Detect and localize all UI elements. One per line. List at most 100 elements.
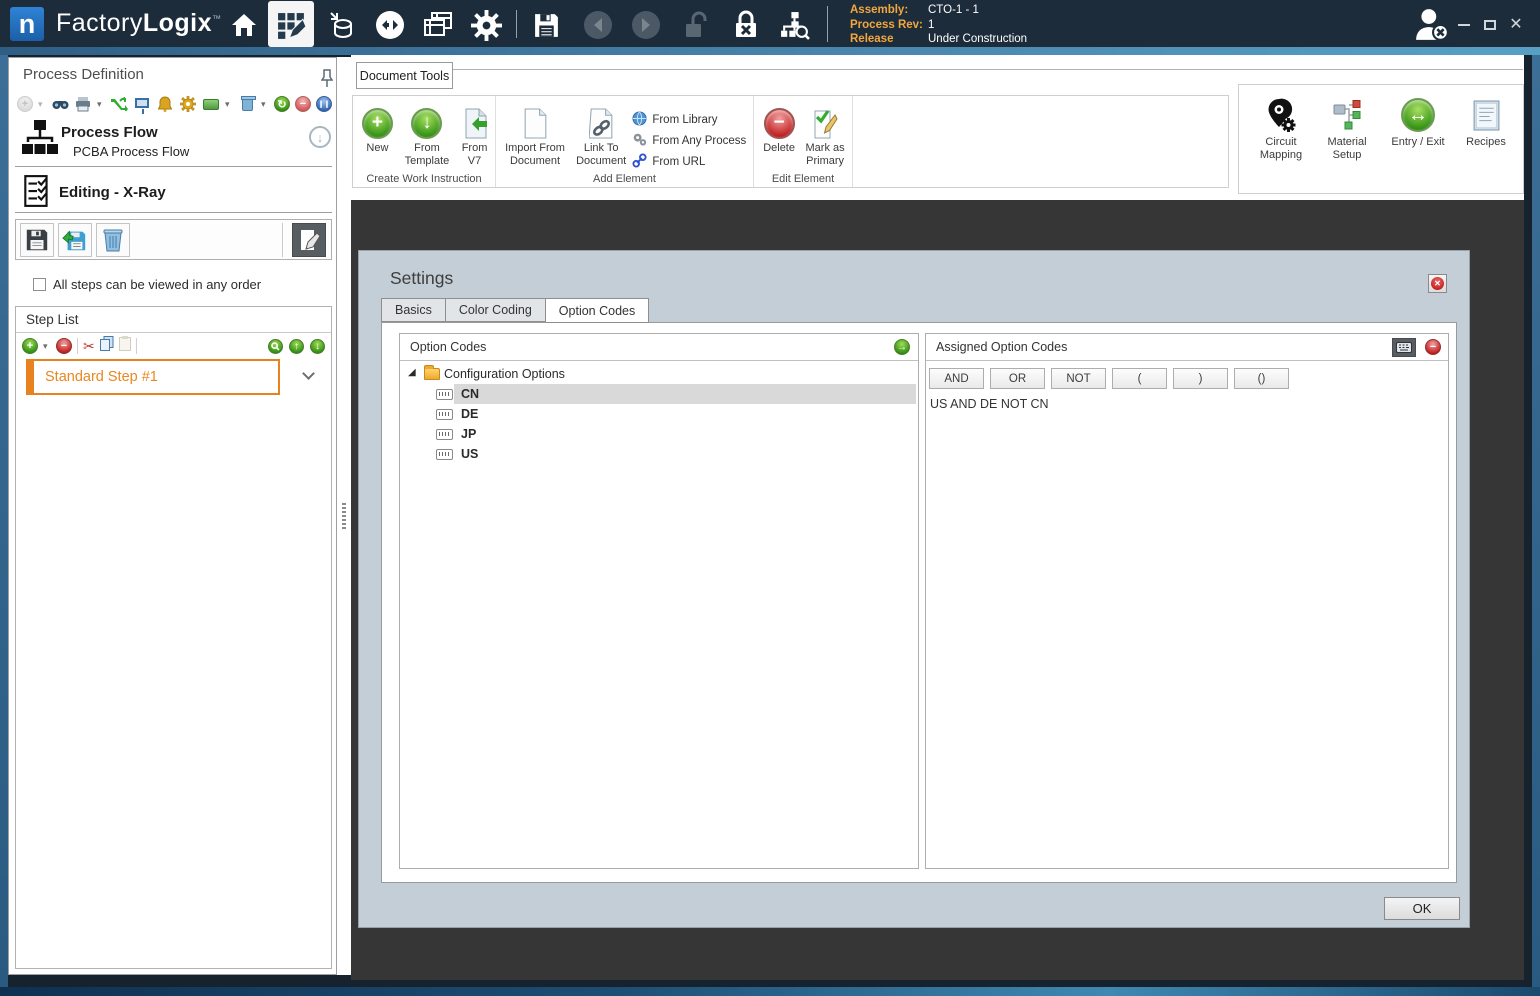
settings-gear-icon[interactable] (468, 8, 504, 42)
editing-title: Editing - X-Ray (59, 184, 166, 201)
user-logout-icon[interactable] (1412, 8, 1452, 42)
order-checkbox[interactable] (33, 278, 46, 291)
from-url-button[interactable]: From URL (632, 152, 751, 170)
maximize-button[interactable] (1479, 14, 1501, 36)
add-icon[interactable]: + (17, 96, 33, 112)
expand-triangle-icon[interactable]: ◢ (408, 367, 416, 378)
add-step-icon[interactable]: + (22, 338, 38, 354)
blank-document-icon (523, 105, 548, 141)
delete-document-button[interactable] (96, 223, 130, 257)
step-list-item[interactable]: Standard Step #1 (26, 359, 280, 395)
settings-dialog: Settings ✕ Basics Color Coding Option Co… (358, 250, 1470, 928)
zoom-step-icon[interactable] (268, 338, 283, 354)
circuit-mapping-label: Circuit Mapping (1259, 136, 1303, 161)
entry-exit-button[interactable]: ↔ Entry / Exit (1379, 94, 1457, 193)
tab-option-codes[interactable]: Option Codes (545, 298, 650, 323)
gear-icon[interactable] (179, 95, 197, 113)
archive-trash-icon[interactable] (238, 95, 256, 113)
step-list-toolbar: + ▾ − ✂ ↑ ↓ (22, 336, 325, 356)
pin-icon[interactable] (320, 68, 334, 93)
refresh-icon[interactable]: ↻ (274, 96, 290, 112)
tab-basics[interactable]: Basics (381, 298, 446, 322)
toolbar-separator (516, 10, 517, 38)
process-audit-icon[interactable] (776, 8, 812, 42)
assign-option-code-button[interactable]: → (894, 339, 910, 355)
forward-icon[interactable] (628, 8, 664, 42)
presentation-icon[interactable] (133, 95, 151, 114)
tab-color-coding[interactable]: Color Coding (445, 298, 546, 322)
collapse-arrow-icon[interactable]: ↓ (309, 126, 331, 148)
tree-root-row[interactable]: ◢ Configuration Options (400, 364, 918, 384)
close-button[interactable]: ✕ (1505, 14, 1527, 36)
process-designer-icon[interactable] (273, 9, 309, 43)
recipes-document-icon (1473, 96, 1500, 134)
keyboard-entry-button[interactable] (1392, 338, 1416, 357)
move-step-up-icon[interactable]: ↑ (289, 338, 304, 354)
tree-item-cn[interactable]: CN (400, 384, 918, 404)
import-from-document-label: Import From Document (505, 142, 565, 167)
clear-expression-button[interactable]: − (1425, 339, 1441, 355)
add-step-dropdown-icon[interactable]: ▾ (43, 341, 51, 352)
edit-document-button[interactable] (292, 223, 326, 257)
group-label: Add Element (593, 173, 656, 185)
move-step-down-icon[interactable]: ↓ (310, 338, 325, 354)
globe-icon (632, 110, 647, 129)
unlock-icon[interactable] (678, 8, 714, 42)
dialog-close-button[interactable]: ✕ (1428, 274, 1447, 293)
paste-icon[interactable] (118, 336, 131, 356)
export-folder-icon[interactable] (202, 95, 220, 113)
recipes-button[interactable]: Recipes (1457, 94, 1515, 193)
from-library-button[interactable]: From Library (632, 110, 751, 129)
map-pin-gear-icon (1266, 96, 1296, 134)
print-dropdown-icon[interactable]: ▾ (97, 99, 105, 110)
minimize-button[interactable] (1453, 14, 1475, 36)
step-list-panel: Step List + ▾ − ✂ ↑ ↓ Standard Step #1 (15, 306, 332, 969)
tree-item-us[interactable]: US (400, 444, 918, 464)
pause-icon[interactable]: ❙❙ (316, 96, 332, 112)
archive-dropdown-icon[interactable]: ▾ (261, 99, 269, 110)
documents-icon[interactable] (420, 8, 456, 42)
or-button[interactable]: OR (990, 368, 1045, 389)
circuit-mapping-button[interactable]: Circuit Mapping (1247, 94, 1315, 193)
from-any-process-button[interactable]: From Any Process (632, 132, 751, 149)
ok-button[interactable]: OK (1384, 897, 1460, 920)
splitter-handle-icon[interactable] (342, 503, 346, 529)
close-paren-button[interactable]: ) (1173, 368, 1228, 389)
tree-item-de[interactable]: DE (400, 404, 918, 424)
production-icon[interactable] (324, 8, 360, 42)
paren-pair-button[interactable]: () (1234, 368, 1289, 389)
not-button[interactable]: NOT (1051, 368, 1106, 389)
remove-step-icon[interactable]: − (56, 338, 72, 354)
back-icon[interactable] (580, 8, 616, 42)
cut-icon[interactable]: ✂ (83, 338, 95, 355)
copy-icon[interactable] (99, 336, 114, 356)
tree-item-label: US (461, 447, 479, 461)
tree-root-label: Configuration Options (444, 367, 565, 381)
home-icon[interactable] (226, 8, 262, 42)
material-setup-button[interactable]: Material Setup (1315, 94, 1379, 193)
remove-icon[interactable]: − (295, 96, 311, 112)
import-save-button[interactable] (58, 223, 92, 257)
bell-icon[interactable] (156, 95, 174, 113)
transfer-icon[interactable] (372, 8, 408, 42)
group-label: Edit Element (771, 173, 835, 185)
open-paren-button[interactable]: ( (1112, 368, 1167, 389)
lock-delete-icon[interactable] (728, 8, 764, 42)
and-button[interactable]: AND (929, 368, 984, 389)
tree-item-jp[interactable]: JP (400, 424, 918, 444)
save-document-button[interactable] (20, 223, 54, 257)
step-expand-chevron-icon[interactable] (302, 367, 315, 380)
search-binoculars-icon[interactable] (51, 95, 69, 113)
print-icon[interactable] (74, 95, 92, 113)
tab-document-tools[interactable]: Document Tools (356, 62, 453, 89)
add-dropdown-icon[interactable]: ▾ (38, 99, 46, 110)
app-logo: n (10, 7, 44, 41)
save-icon[interactable] (528, 8, 564, 42)
group-label: Create Work Instruction (366, 173, 482, 185)
new-label: New (366, 142, 389, 154)
panel-splitter[interactable] (337, 57, 351, 975)
option-code-icon (436, 449, 453, 460)
material-setup-label: Material Setup (1327, 136, 1367, 161)
export-dropdown-icon[interactable]: ▾ (225, 99, 233, 110)
shuffle-icon[interactable] (110, 95, 128, 113)
